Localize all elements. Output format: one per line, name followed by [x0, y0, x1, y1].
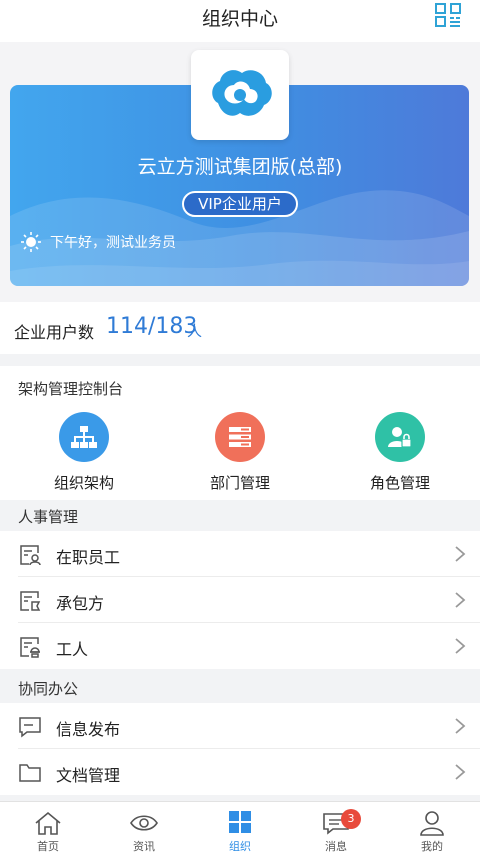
- tile-org-structure[interactable]: 组织架构: [4, 412, 164, 493]
- tab-news[interactable]: 资讯: [96, 802, 192, 853]
- list-item-label: 在职员工: [56, 548, 121, 567]
- list-item-label: 信息发布: [56, 720, 121, 739]
- tab-label: 资讯: [133, 840, 155, 853]
- tile-label: 部门管理: [209, 474, 270, 492]
- console-title: 架构管理控制台: [18, 380, 124, 398]
- unread-badge: 3: [341, 809, 361, 829]
- role-icon: [375, 412, 425, 462]
- employee-card-icon: [20, 545, 41, 566]
- contractor-icon: [20, 591, 41, 611]
- grid-icon: [229, 811, 251, 833]
- tab-label: 我的: [421, 840, 443, 853]
- greeting: 下午好，测试业务员: [20, 231, 176, 253]
- users-unit: 人: [187, 322, 203, 340]
- tab-organization[interactable]: 组织: [192, 802, 288, 853]
- org-chart-icon: [59, 412, 109, 462]
- chevron-right-icon: [455, 546, 466, 562]
- user-icon: [420, 811, 444, 836]
- tile-department-management[interactable]: 部门管理: [160, 412, 320, 493]
- worker-icon: [20, 637, 40, 658]
- enterprise-users-row: 企业用户数 114/183 人: [0, 302, 480, 354]
- list-item-label: 文档管理: [56, 766, 121, 785]
- collab-section-title: 协同办公: [18, 680, 79, 698]
- users-count: 114/183: [106, 314, 198, 339]
- top-header: 组织中心: [0, 0, 480, 42]
- page-title: 组织中心: [201, 8, 278, 30]
- eye-icon: [130, 815, 158, 831]
- tab-home[interactable]: 首页: [0, 802, 96, 853]
- list-item-workers[interactable]: 工人: [0, 623, 480, 669]
- tile-label: 角色管理: [369, 474, 430, 492]
- company-logo: [191, 50, 289, 140]
- collab-section-header: 协同办公: [0, 672, 480, 702]
- chevron-right-icon: [455, 638, 466, 654]
- tab-label: 组织: [229, 840, 251, 853]
- vip-badge: VIP企业用户: [182, 191, 298, 217]
- list-item-label: 工人: [56, 640, 89, 659]
- tab-me[interactable]: 我的: [384, 802, 480, 853]
- tile-label: 组织架构: [53, 474, 114, 492]
- chevron-right-icon: [455, 764, 466, 780]
- list-item-employees[interactable]: 在职员工: [0, 531, 480, 577]
- department-icon: [215, 412, 265, 462]
- hr-section-header: 人事管理: [0, 500, 480, 530]
- tab-label: 消息: [325, 840, 347, 853]
- tile-role-management[interactable]: 角色管理: [320, 412, 480, 493]
- organization-name: 云立方测试集团版(总部): [137, 156, 343, 178]
- greeting-text: 下午好，测试业务员: [50, 235, 176, 251]
- cloud-logo-icon: [212, 70, 272, 116]
- list-item-info-publish[interactable]: 信息发布: [0, 703, 480, 749]
- chevron-right-icon: [455, 718, 466, 734]
- hr-section-title: 人事管理: [18, 508, 79, 526]
- bottom-tab-bar: 首页 资讯 组织 3 消息 我的: [0, 801, 480, 853]
- list-item-label: 承包方: [56, 594, 105, 613]
- chevron-right-icon: [455, 592, 466, 608]
- home-icon: [35, 811, 61, 835]
- users-label: 企业用户数: [14, 323, 95, 342]
- architecture-console: 架构管理控制台 组织架构 部门管理 角色管理: [0, 366, 480, 500]
- tab-label: 首页: [37, 840, 59, 853]
- sun-icon: [21, 232, 41, 252]
- qrcode-icon[interactable]: [434, 2, 462, 28]
- tab-messages[interactable]: 3 消息: [288, 802, 384, 853]
- message-icon: [19, 717, 41, 738]
- list-item-documents[interactable]: 文档管理: [0, 749, 480, 795]
- folder-icon: [19, 764, 41, 782]
- list-item-contractors[interactable]: 承包方: [0, 577, 480, 623]
